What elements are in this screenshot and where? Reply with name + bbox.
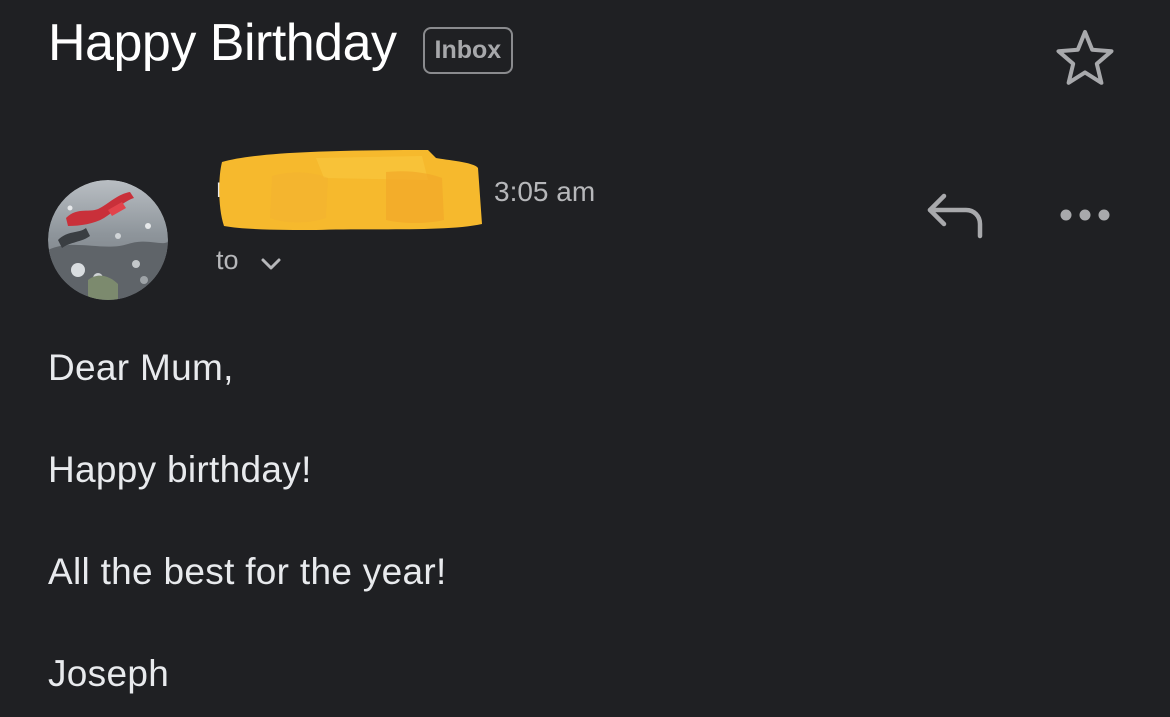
body-line-wish: Happy birthday! — [48, 449, 312, 490]
sender-row: m 2 3:05 am — [216, 148, 595, 236]
email-view: Happy Birthday Inbox 3:05 am to Dear Mum… — [0, 0, 1170, 717]
email-subject: Happy Birthday — [48, 14, 397, 72]
chevron-down-icon — [261, 258, 281, 270]
body-line-signature: Joseph — [48, 653, 170, 694]
recipient-prefix: to — [216, 244, 239, 275]
email-body: Dear Mum, Happy birthday! All the best f… — [48, 342, 447, 717]
more-options-icon[interactable] — [1056, 198, 1114, 232]
body-line-message: All the best for the year! — [48, 551, 447, 592]
email-header: Happy Birthday Inbox — [48, 8, 514, 78]
recipient-details-toggle[interactable]: to — [216, 244, 283, 276]
avatar[interactable] — [48, 180, 168, 300]
body-line-greeting: Dear Mum, — [48, 347, 234, 388]
star-icon[interactable] — [1053, 27, 1117, 91]
sender-name[interactable]: m 2 — [216, 148, 482, 236]
inbox-label-chip[interactable]: Inbox — [422, 26, 514, 74]
reply-icon[interactable] — [924, 190, 986, 240]
redaction-mark — [219, 150, 482, 230]
email-time: 3:05 am — [494, 176, 596, 207]
